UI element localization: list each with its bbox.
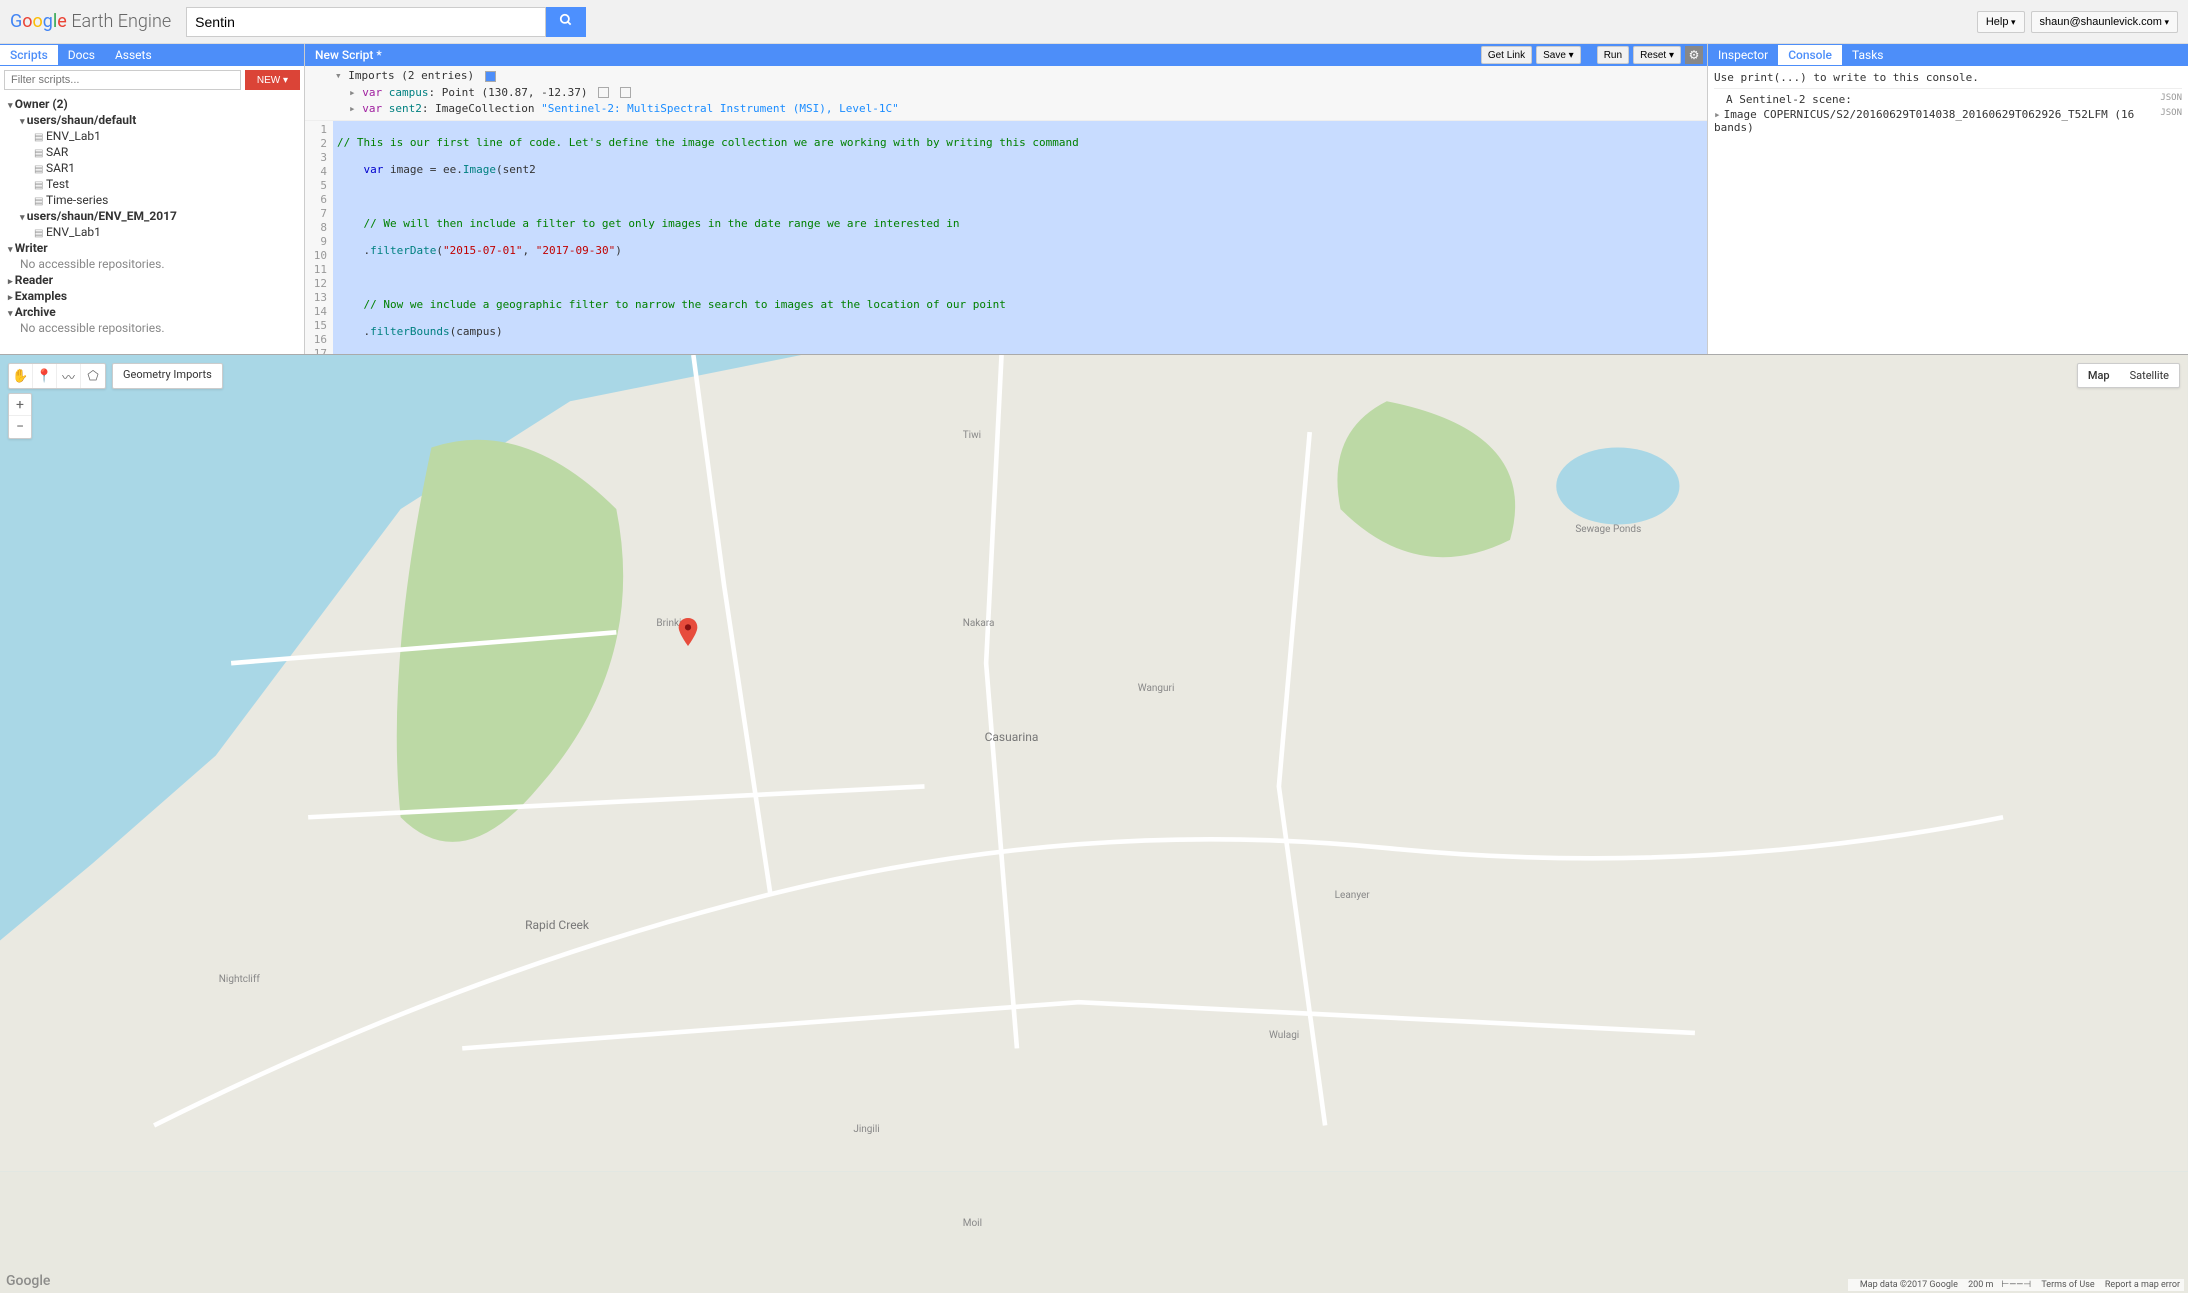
- map-type-control: Map Satellite: [2077, 363, 2180, 388]
- place-label: Nightcliff: [219, 974, 260, 985]
- settings-button[interactable]: ⚙: [1685, 46, 1703, 64]
- search-button[interactable]: [546, 7, 586, 37]
- zoom-in-button[interactable]: +: [9, 394, 31, 416]
- terms-link[interactable]: Terms of Use: [2041, 1280, 2094, 1290]
- pin-icon: 📍: [36, 369, 52, 384]
- save-button[interactable]: Save: [1536, 46, 1581, 64]
- code-editor[interactable]: 1234567891011121314151617 // This is our…: [305, 121, 1707, 355]
- place-label: Nakara: [963, 618, 995, 629]
- console-panel: Inspector Console Tasks Use print(...) t…: [1708, 44, 2188, 354]
- logo: Google Earth Engine: [10, 11, 171, 32]
- tree-empty: No accessible repositories.: [4, 320, 300, 336]
- zoom-out-button[interactable]: −: [9, 416, 31, 438]
- tree-examples[interactable]: Examples: [4, 288, 300, 304]
- tree-repo[interactable]: users/shaun/default: [4, 112, 300, 128]
- help-button[interactable]: Help: [1977, 11, 2025, 33]
- console-output: Use print(...) to write to this console.…: [1708, 66, 2188, 354]
- geometry-imports-button[interactable]: Geometry Imports: [112, 363, 223, 389]
- code-area[interactable]: // This is our first line of code. Let's…: [333, 121, 1707, 355]
- tree-file[interactable]: SAR: [4, 144, 300, 160]
- search-box: [186, 7, 586, 37]
- report-link[interactable]: Report a map error: [2105, 1280, 2180, 1290]
- tree-file[interactable]: SAR1: [4, 160, 300, 176]
- search-icon: [559, 13, 573, 27]
- map-roads: [0, 355, 2188, 1172]
- user-menu[interactable]: shaun@shaunlevick.com: [2031, 11, 2178, 33]
- search-input[interactable]: [186, 7, 546, 37]
- line-icon: 〰: [62, 367, 75, 386]
- tree-empty: No accessible repositories.: [4, 256, 300, 272]
- console-hint: Use print(...) to write to this console.: [1714, 70, 2182, 85]
- map-attribution: Map data ©2017 Google 200 m⊢——⊣ Terms of…: [1848, 1279, 2184, 1291]
- console-line: A Sentinel-2 scene:JSON: [1714, 92, 2182, 107]
- delete-icon[interactable]: [620, 87, 631, 98]
- place-label: Wulagi: [1269, 1030, 1299, 1041]
- tab-inspector[interactable]: Inspector: [1708, 45, 1778, 65]
- line-gutter: 1234567891011121314151617: [305, 121, 333, 355]
- line-tool[interactable]: 〰: [57, 364, 81, 388]
- pan-tool[interactable]: ✋: [9, 364, 33, 388]
- zoom-control: + −: [8, 393, 32, 439]
- place-label: Tiwi: [963, 430, 981, 441]
- json-link[interactable]: JSON: [2160, 93, 2182, 106]
- tree-repo[interactable]: users/shaun/ENV_EM_2017: [4, 208, 300, 224]
- script-title: New Script *: [305, 45, 392, 65]
- editor-panel: New Script * Get Link Save Run Reset ⚙ I…: [305, 44, 1708, 354]
- tree-file[interactable]: Test: [4, 176, 300, 192]
- polygon-tool[interactable]: ⬠: [81, 364, 105, 388]
- script-tree: Owner (2) users/shaun/default ENV_Lab1 S…: [0, 94, 304, 354]
- map-marker[interactable]: [678, 618, 692, 632]
- imports-section: Imports (2 entries) var campus: Point (1…: [305, 66, 1707, 121]
- place-label: Jingili: [853, 1124, 879, 1135]
- imports-toggle[interactable]: [335, 69, 348, 82]
- json-link[interactable]: JSON: [2160, 108, 2182, 134]
- map-type-satellite[interactable]: Satellite: [2120, 364, 2179, 387]
- tab-assets[interactable]: Assets: [105, 45, 162, 65]
- filter-scripts-input[interactable]: [4, 70, 241, 90]
- tab-tasks[interactable]: Tasks: [1842, 45, 1894, 65]
- drawing-tools: ✋ 📍 〰 ⬠: [8, 363, 106, 389]
- scripts-panel: Scripts Docs Assets NEW Owner (2) users/…: [0, 44, 305, 354]
- point-tool[interactable]: 📍: [33, 364, 57, 388]
- reset-button[interactable]: Reset: [1633, 46, 1681, 64]
- place-label: Sewage Ponds: [1575, 524, 1641, 535]
- tree-archive[interactable]: Archive: [4, 304, 300, 320]
- get-link-button[interactable]: Get Link: [1481, 46, 1532, 64]
- place-label: Casuarina: [985, 730, 1039, 744]
- run-button[interactable]: Run: [1597, 46, 1629, 64]
- place-label: Leanyer: [1335, 890, 1370, 901]
- tree-file[interactable]: ENV_Lab1: [4, 128, 300, 144]
- place-label: Wanguri: [1138, 683, 1175, 694]
- map-type-map[interactable]: Map: [2078, 364, 2120, 387]
- hand-icon: ✋: [12, 369, 28, 384]
- tree-reader[interactable]: Reader: [4, 272, 300, 288]
- console-line[interactable]: Image COPERNICUS/S2/20160629T014038_2016…: [1714, 107, 2182, 135]
- tree-owner[interactable]: Owner (2): [4, 96, 300, 112]
- tree-file[interactable]: Time-series: [4, 192, 300, 208]
- minus-icon: −: [16, 419, 24, 435]
- app-header: Google Earth Engine Help shaun@shaunlevi…: [0, 0, 2188, 44]
- place-label: Rapid Creek: [525, 918, 589, 932]
- plus-icon: +: [16, 397, 24, 413]
- import-toggle[interactable]: [349, 86, 362, 99]
- imports-icon[interactable]: [485, 71, 496, 82]
- polygon-icon: ⬠: [87, 369, 98, 384]
- tree-file[interactable]: ENV_Lab1: [4, 224, 300, 240]
- tab-console[interactable]: Console: [1778, 45, 1842, 65]
- tab-docs[interactable]: Docs: [58, 45, 105, 65]
- map-view[interactable]: Tiwi Brinkin Nakara Wanguri Casuarina Le…: [0, 354, 2188, 1293]
- expand-icon[interactable]: [1714, 108, 1724, 121]
- place-label: Moil: [963, 1218, 982, 1229]
- google-logo: Google: [6, 1273, 50, 1289]
- new-script-button[interactable]: NEW: [245, 70, 300, 90]
- gear-icon: ⚙: [1689, 48, 1700, 62]
- import-toggle[interactable]: [349, 102, 362, 115]
- tab-scripts[interactable]: Scripts: [0, 45, 58, 65]
- tree-writer[interactable]: Writer: [4, 240, 300, 256]
- locate-icon[interactable]: [598, 87, 609, 98]
